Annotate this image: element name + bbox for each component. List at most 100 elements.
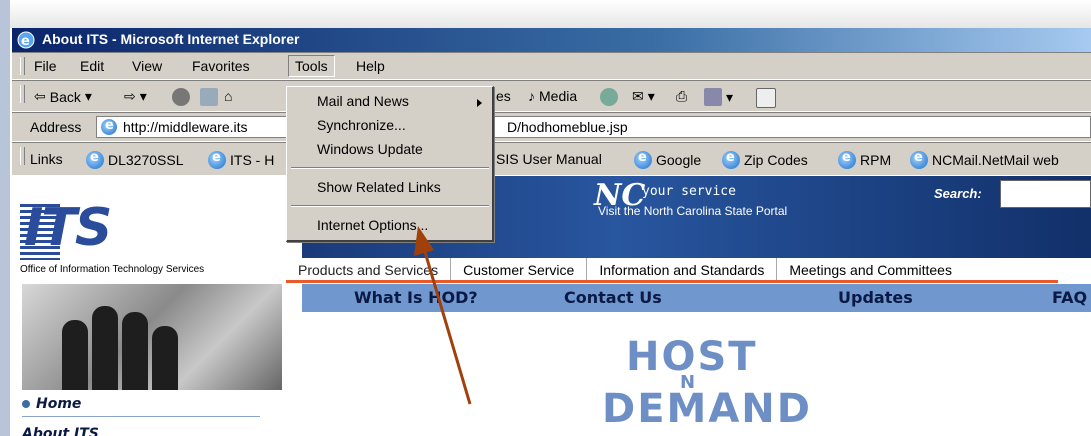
subnav-what-is-hod[interactable]: What Is HOD? bbox=[354, 288, 478, 307]
refresh-button[interactable] bbox=[200, 88, 218, 106]
its-logo-subtitle: Office of Information Technology Service… bbox=[20, 264, 205, 275]
mail-icon: ✉ bbox=[632, 88, 644, 104]
refresh-icon bbox=[200, 88, 218, 106]
menu-file[interactable]: File bbox=[34, 58, 57, 74]
link-sis-user-manual[interactable]: SIS User Manual bbox=[496, 151, 602, 167]
discuss-icon bbox=[756, 88, 776, 108]
header-photo bbox=[22, 284, 282, 390]
nav-underline bbox=[286, 280, 1058, 283]
sidebar-item-about[interactable]: About ITS bbox=[22, 426, 99, 436]
menu-item-windows-update[interactable]: Windows Update bbox=[317, 141, 423, 157]
ie-icon: e bbox=[17, 31, 35, 49]
menu-bar: File Edit View Favorites Tools Help bbox=[12, 52, 1091, 80]
sidebar-item-home[interactable]: Home bbox=[22, 396, 81, 412]
menubar-grip[interactable] bbox=[20, 57, 25, 75]
print-icon: ⎙ bbox=[676, 88, 688, 104]
back-button[interactable]: ⇦ Back ▾ bbox=[34, 88, 92, 105]
address-label: Address bbox=[30, 119, 82, 135]
background-window-edge bbox=[0, 0, 1091, 28]
subnav-updates[interactable]: Updates bbox=[838, 288, 913, 307]
menu-tools[interactable]: Tools bbox=[288, 55, 335, 77]
address-url-start: http://middleware.its bbox=[123, 119, 248, 135]
address-bar: Address http://middleware.its D/hodhomeb… bbox=[12, 112, 1091, 142]
tab-meetings-and-committees[interactable]: Meetings and Committees bbox=[777, 258, 964, 282]
media-button[interactable]: ♪ Media bbox=[528, 88, 577, 104]
tools-dropdown-menu: Mail and News Synchronize... Windows Upd… bbox=[286, 86, 494, 242]
desktop-edge bbox=[0, 0, 10, 436]
stop-icon bbox=[172, 88, 190, 106]
bullet-icon bbox=[22, 400, 30, 408]
menu-separator bbox=[291, 205, 489, 207]
link-label: ITS - H bbox=[230, 152, 275, 168]
main-nav: Products and Services Customer Service I… bbox=[286, 258, 1091, 282]
home-button[interactable]: ⌂ bbox=[224, 88, 232, 104]
sidebar-item-label: Home bbox=[36, 396, 82, 412]
window-titlebar[interactable]: e About ITS - Microsoft Internet Explore… bbox=[12, 28, 1091, 52]
menu-help[interactable]: Help bbox=[356, 58, 385, 74]
search-label: Search: bbox=[934, 186, 982, 201]
media-label: Media bbox=[539, 88, 578, 104]
menu-item-show-related-links[interactable]: Show Related Links bbox=[317, 179, 441, 195]
back-arrow-icon: ⇦ bbox=[34, 88, 46, 104]
submenu-arrow-icon bbox=[477, 99, 482, 107]
menu-separator bbox=[291, 167, 489, 169]
linksbar-grip[interactable] bbox=[20, 147, 25, 165]
link-google[interactable]: Google bbox=[634, 150, 702, 169]
menu-edit[interactable]: Edit bbox=[80, 58, 104, 74]
edit-button[interactable]: ▾ bbox=[704, 88, 733, 106]
tab-customer-service[interactable]: Customer Service bbox=[451, 258, 588, 282]
link-ncmail[interactable]: NCMail.NetMail web bbox=[910, 150, 1059, 169]
tab-products-and-services[interactable]: Products and Services bbox=[286, 258, 452, 282]
address-input[interactable]: http://middleware.its D/hodhomeblue.jsp bbox=[96, 116, 1091, 138]
word-icon bbox=[704, 88, 722, 106]
history-icon bbox=[600, 88, 618, 106]
chevron-down-icon: ▾ bbox=[84, 88, 92, 104]
link-dl3270ssl[interactable]: DL3270SSL bbox=[86, 150, 184, 169]
stop-button[interactable] bbox=[172, 88, 190, 106]
photo-person bbox=[92, 306, 118, 390]
link-zip-codes[interactable]: Zip Codes bbox=[722, 150, 808, 169]
sidebar-item-label: About ITS bbox=[22, 426, 99, 436]
print-button[interactable]: ⎙ bbox=[676, 88, 687, 105]
mail-button[interactable]: ✉ ▾ bbox=[632, 88, 655, 105]
menu-item-synchronize[interactable]: Synchronize... bbox=[317, 117, 406, 133]
photo-person bbox=[122, 312, 148, 390]
ie-page-icon bbox=[208, 150, 226, 169]
link-its[interactable]: ITS - H bbox=[208, 150, 275, 169]
links-label: Links bbox=[30, 151, 63, 167]
media-icon: ♪ bbox=[528, 88, 535, 104]
forward-button[interactable]: ⇨ ▾ bbox=[124, 88, 147, 105]
tab-information-and-standards[interactable]: Information and Standards bbox=[587, 258, 778, 282]
history-button[interactable] bbox=[600, 88, 618, 106]
discuss-button[interactable] bbox=[756, 88, 776, 108]
site-search-input[interactable] bbox=[1000, 180, 1091, 208]
chevron-down-icon: ▾ bbox=[647, 88, 655, 104]
link-label: SIS User Manual bbox=[496, 151, 602, 167]
toolbar-grip[interactable] bbox=[20, 85, 25, 103]
standard-toolbar: ⇦ Back ▾ ⇨ ▾ ⌂ es ♪ Media ✉ ▾ ⎙ ▾ bbox=[12, 80, 1091, 112]
home-icon: ⌂ bbox=[224, 88, 233, 104]
menu-item-mail-and-news[interactable]: Mail and News bbox=[317, 93, 409, 109]
links-bar: Links DL3270SSL ITS - H SIS User Manual … bbox=[12, 142, 1091, 176]
subnav-faq[interactable]: FAQ bbox=[1052, 288, 1087, 307]
svg-text:e: e bbox=[21, 34, 30, 49]
subnav-contact-us[interactable]: Contact Us bbox=[564, 288, 662, 307]
link-label: RPM bbox=[860, 152, 892, 168]
ie-page-icon bbox=[86, 150, 104, 169]
link-label: Google bbox=[656, 152, 702, 168]
page-content: ITS Office of Information Technology Ser… bbox=[12, 176, 1091, 436]
menu-view[interactable]: View bbox=[132, 58, 162, 74]
address-url-end: D/hodhomeblue.jsp bbox=[507, 119, 628, 135]
menu-favorites[interactable]: Favorites bbox=[192, 58, 250, 74]
search-toolbar-button[interactable]: es bbox=[496, 88, 511, 104]
ie-page-icon bbox=[910, 150, 928, 169]
nc-portal-link[interactable]: Visit the North Carolina State Portal bbox=[598, 204, 787, 218]
link-rpm[interactable]: RPM bbox=[838, 150, 892, 169]
link-label: DL3270SSL bbox=[108, 152, 184, 168]
window-title: About ITS - Microsoft Internet Explorer bbox=[42, 31, 300, 47]
its-logo[interactable]: ITS bbox=[24, 198, 112, 258]
ie-page-icon bbox=[634, 150, 652, 169]
chevron-down-icon: ▾ bbox=[139, 88, 147, 104]
menu-item-internet-options[interactable]: Internet Options... bbox=[317, 217, 428, 233]
photo-person bbox=[62, 320, 88, 390]
